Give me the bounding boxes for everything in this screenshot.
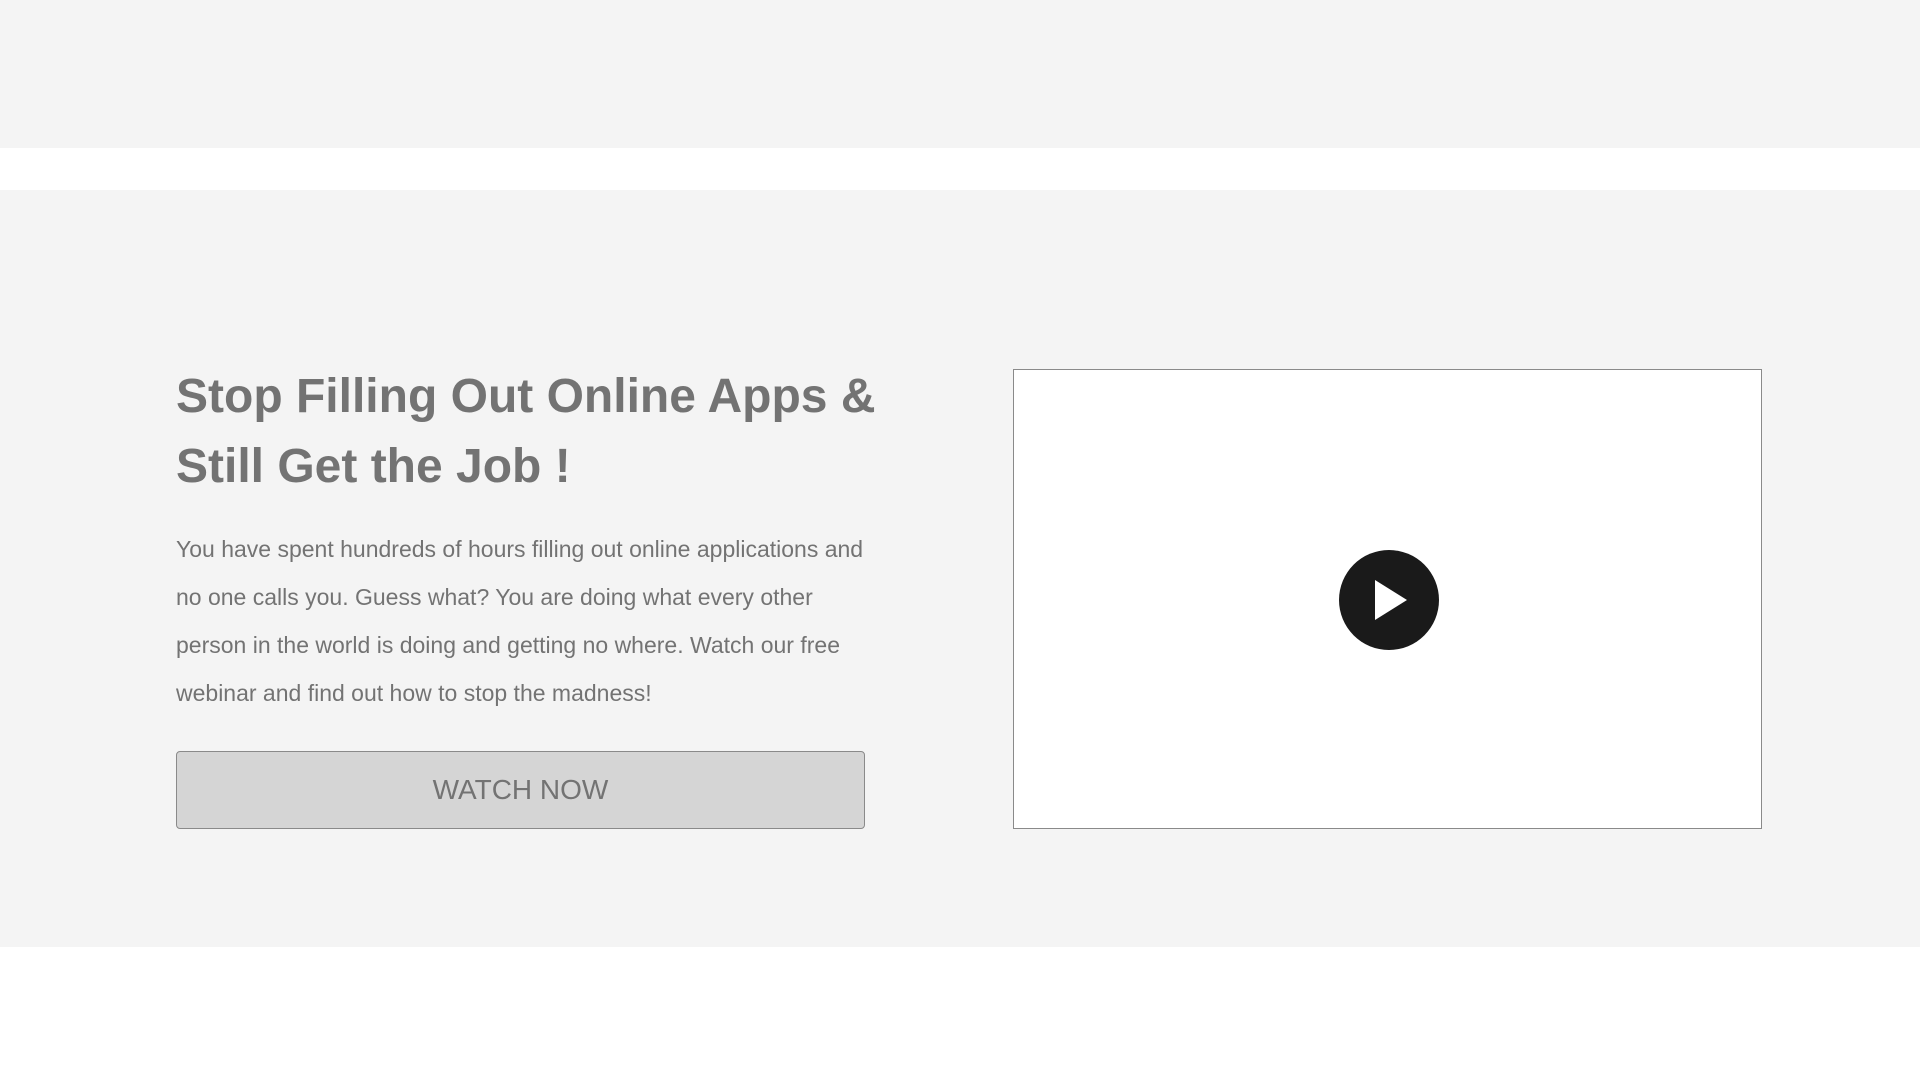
video-player[interactable] bbox=[1013, 369, 1762, 829]
hero-headline: Stop Filling Out Online Apps & Still Get… bbox=[176, 370, 876, 493]
play-button[interactable] bbox=[1339, 550, 1439, 650]
hero-description: You have spent hundreds of hours filling… bbox=[176, 536, 864, 706]
watch-now-button[interactable]: WATCH NOW bbox=[176, 751, 865, 829]
play-icon bbox=[1375, 580, 1407, 620]
top-band bbox=[0, 0, 1920, 148]
